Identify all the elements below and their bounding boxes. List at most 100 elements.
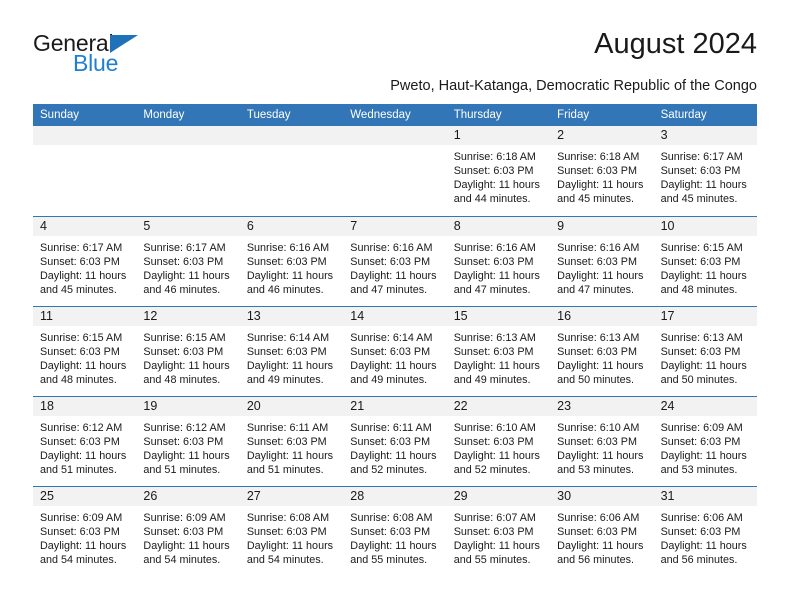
- calendar-day-cell[interactable]: 28 Sunrise: 6:08 AM Sunset: 6:03 PM Dayligh…: [343, 487, 447, 576]
- sunrise-text: Sunrise: 6:14 AM: [246, 332, 330, 344]
- calendar-day-cell[interactable]: 15 Sunrise: 6:13 AM Sunset: 6:03 PM Dayligh…: [446, 307, 551, 396]
- daylight-text-line2: and 45 minutes.: [660, 193, 738, 206]
- sunset-text: Sunset: 6:03 PM: [557, 436, 637, 449]
- calendar-week-row: 1 Sunrise: 6:18 AM Sunset: 6:03 PM Daylight…: [33, 126, 757, 216]
- day-details: Sunrise: 6:08 AM Sunset: 6:03 PM Daylight:…: [240, 506, 343, 567]
- day-number-band: 27: [239, 487, 344, 506]
- sunrise-text: Sunrise: 6:11 AM: [350, 422, 432, 434]
- day-number: 15: [453, 309, 468, 323]
- daylight-text-line1: Daylight: 11 hours: [350, 540, 437, 553]
- sunset-text: Sunset: 6:03 PM: [660, 436, 741, 449]
- weekday-header-tuesday: Tuesday: [246, 109, 291, 121]
- calendar-day-cell[interactable]: 19 Sunrise: 6:12 AM Sunset: 6:03 PM Dayligh…: [136, 397, 240, 486]
- day-number-band: 8: [446, 217, 551, 236]
- day-number: 16: [557, 309, 572, 323]
- calendar-day-cell[interactable]: 27 Sunrise: 6:08 AM Sunset: 6:03 PM Dayligh…: [239, 487, 344, 576]
- calendar-day-cell[interactable]: 1 Sunrise: 6:18 AM Sunset: 6:03 PM Daylight…: [446, 126, 551, 216]
- calendar-day-cell[interactable]: 8 Sunrise: 6:16 AM Sunset: 6:03 PM Daylight…: [446, 217, 551, 306]
- brand-logo[interactable]: General Blue: [33, 32, 193, 88]
- daylight-text-line1: Daylight: 11 hours: [143, 270, 230, 283]
- calendar-day-cell[interactable]: 14 Sunrise: 6:14 AM Sunset: 6:03 PM Dayligh…: [343, 307, 447, 396]
- weekday-header-monday: Monday: [143, 109, 185, 121]
- day-number: 5: [143, 219, 151, 233]
- calendar-day-cell[interactable]: 3 Sunrise: 6:17 AM Sunset: 6:03 PM Daylight…: [653, 126, 757, 216]
- daylight-text-line1: Daylight: 11 hours: [246, 450, 334, 463]
- sunset-text: Sunset: 6:03 PM: [557, 346, 637, 359]
- daylight-text-line1: Daylight: 11 hours: [660, 540, 747, 553]
- sunset-text: Sunset: 6:03 PM: [246, 346, 327, 359]
- day-details: Sunrise: 6:08 AM Sunset: 6:03 PM Daylight:…: [343, 506, 446, 567]
- daylight-text-line2: and 50 minutes.: [557, 374, 634, 387]
- sunset-text: Sunset: 6:03 PM: [453, 256, 534, 269]
- calendar-day-cell[interactable]: 20 Sunrise: 6:11 AM Sunset: 6:03 PM Dayligh…: [239, 397, 344, 486]
- sunset-text: Sunset: 6:03 PM: [246, 526, 327, 539]
- calendar-day-cell[interactable]: 12 Sunrise: 6:15 AM Sunset: 6:03 PM Dayligh…: [136, 307, 240, 396]
- sunrise-text: Sunrise: 6:09 AM: [40, 512, 123, 524]
- day-number-band: [33, 126, 137, 145]
- daylight-text-line2: and 48 minutes.: [660, 284, 738, 297]
- daylight-text-line1: Daylight: 11 hours: [40, 450, 127, 463]
- day-number-band: 18: [33, 397, 137, 416]
- calendar-day-cell[interactable]: 10 Sunrise: 6:15 AM Sunset: 6:03 PM Dayligh…: [653, 217, 757, 306]
- day-number-band: 4: [33, 217, 137, 236]
- day-number-band: 23: [550, 397, 654, 416]
- day-details: Sunrise: 6:18 AM Sunset: 6:03 PM Daylight:…: [447, 145, 550, 206]
- sunrise-text: Sunrise: 6:13 AM: [557, 332, 640, 344]
- calendar-day-cell[interactable]: 2 Sunrise: 6:18 AM Sunset: 6:03 PM Daylight…: [550, 126, 654, 216]
- sunrise-text: Sunrise: 6:06 AM: [557, 512, 640, 524]
- calendar-day-cell[interactable]: 25 Sunrise: 6:09 AM Sunset: 6:03 PM Dayligh…: [33, 487, 137, 576]
- calendar-day-cell[interactable]: 24 Sunrise: 6:09 AM Sunset: 6:03 PM Dayligh…: [653, 397, 757, 486]
- calendar-day-cell[interactable]: 6 Sunrise: 6:16 AM Sunset: 6:03 PM Daylight…: [239, 217, 344, 306]
- sunrise-text: Sunrise: 6:08 AM: [246, 512, 330, 524]
- daylight-text-line1: Daylight: 11 hours: [660, 270, 747, 283]
- day-details: Sunrise: 6:16 AM Sunset: 6:03 PM Daylight:…: [447, 236, 550, 297]
- daylight-text-line1: Daylight: 11 hours: [453, 450, 540, 463]
- weekday-header-wednesday: Wednesday: [350, 109, 411, 121]
- calendar-day-cell[interactable]: 21 Sunrise: 6:11 AM Sunset: 6:03 PM Dayligh…: [343, 397, 447, 486]
- sunrise-text: Sunrise: 6:16 AM: [246, 242, 330, 254]
- calendar-day-cell[interactable]: 11 Sunrise: 6:15 AM Sunset: 6:03 PM Dayligh…: [33, 307, 137, 396]
- day-details: Sunrise: 6:13 AM Sunset: 6:03 PM Daylight:…: [550, 326, 653, 387]
- sunset-text: Sunset: 6:03 PM: [246, 256, 327, 269]
- daylight-text-line1: Daylight: 11 hours: [350, 450, 437, 463]
- sunset-text: Sunset: 6:03 PM: [557, 526, 637, 539]
- calendar-day-cell[interactable]: 23 Sunrise: 6:10 AM Sunset: 6:03 PM Dayligh…: [550, 397, 654, 486]
- calendar-day-cell[interactable]: 31 Sunrise: 6:06 AM Sunset: 6:03 PM Dayligh…: [653, 487, 757, 576]
- calendar-day-cell[interactable]: 26 Sunrise: 6:09 AM Sunset: 6:03 PM Dayligh…: [136, 487, 240, 576]
- daylight-text-line2: and 54 minutes.: [246, 554, 324, 567]
- daylight-text-line2: and 48 minutes.: [40, 374, 117, 387]
- day-details: Sunrise: 6:15 AM Sunset: 6:03 PM Daylight:…: [136, 326, 239, 387]
- sunset-text: Sunset: 6:03 PM: [660, 256, 741, 269]
- day-number-band: 11: [33, 307, 137, 326]
- calendar-day-cell[interactable]: 13 Sunrise: 6:14 AM Sunset: 6:03 PM Dayligh…: [239, 307, 344, 396]
- daylight-text-line1: Daylight: 11 hours: [660, 450, 747, 463]
- sunset-text: Sunset: 6:03 PM: [453, 526, 534, 539]
- day-number: 28: [350, 489, 365, 503]
- calendar-week-row: 18 Sunrise: 6:12 AM Sunset: 6:03 PM Dayligh…: [33, 396, 757, 486]
- sunset-text: Sunset: 6:03 PM: [557, 256, 637, 269]
- calendar-day-cell[interactable]: 30 Sunrise: 6:06 AM Sunset: 6:03 PM Dayligh…: [550, 487, 654, 576]
- calendar-day-cell[interactable]: 22 Sunrise: 6:10 AM Sunset: 6:03 PM Dayligh…: [446, 397, 551, 486]
- calendar-day-cell[interactable]: 18 Sunrise: 6:12 AM Sunset: 6:03 PM Dayligh…: [33, 397, 137, 486]
- daylight-text-line1: Daylight: 11 hours: [660, 360, 747, 373]
- calendar-day-cell[interactable]: 29 Sunrise: 6:07 AM Sunset: 6:03 PM Dayligh…: [446, 487, 551, 576]
- sunrise-text: Sunrise: 6:17 AM: [660, 151, 743, 163]
- sunrise-text: Sunrise: 6:18 AM: [557, 151, 640, 163]
- day-number: 13: [246, 309, 261, 323]
- day-details: Sunrise: 6:17 AM Sunset: 6:03 PM Daylight:…: [136, 236, 239, 297]
- day-number: 25: [40, 489, 54, 503]
- calendar-day-cell[interactable]: 5 Sunrise: 6:17 AM Sunset: 6:03 PM Daylight…: [136, 217, 240, 306]
- sunset-text: Sunset: 6:03 PM: [143, 346, 224, 359]
- calendar-day-cell[interactable]: 9 Sunrise: 6:16 AM Sunset: 6:03 PM Daylight…: [550, 217, 654, 306]
- weekday-header-thursday: Thursday: [453, 109, 502, 121]
- calendar-day-cell[interactable]: 4 Sunrise: 6:17 AM Sunset: 6:03 PM Daylight…: [33, 217, 137, 306]
- sunset-text: Sunset: 6:03 PM: [660, 346, 741, 359]
- sunset-text: Sunset: 6:03 PM: [40, 346, 120, 359]
- daylight-text-line2: and 54 minutes.: [143, 554, 221, 567]
- calendar-day-cell[interactable]: 17 Sunrise: 6:13 AM Sunset: 6:03 PM Dayligh…: [653, 307, 757, 396]
- sunrise-text: Sunrise: 6:15 AM: [40, 332, 123, 344]
- calendar-day-cell[interactable]: 16 Sunrise: 6:13 AM Sunset: 6:03 PM Dayligh…: [550, 307, 654, 396]
- calendar-day-cell[interactable]: 7 Sunrise: 6:16 AM Sunset: 6:03 PM Daylight…: [343, 217, 447, 306]
- daylight-text-line1: Daylight: 11 hours: [143, 360, 230, 373]
- day-number-band: 25: [33, 487, 137, 506]
